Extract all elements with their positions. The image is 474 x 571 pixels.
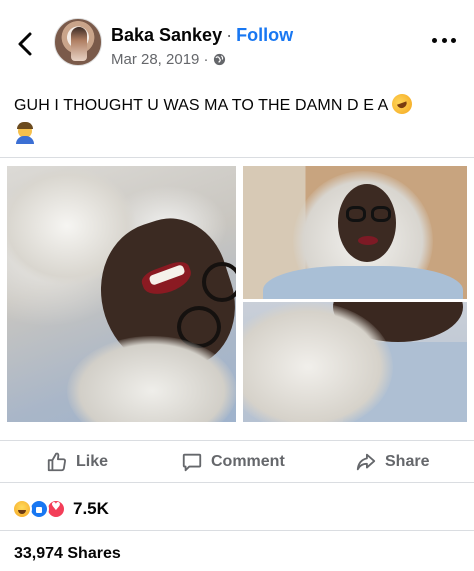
photo-left[interactable] bbox=[7, 166, 236, 422]
haha-reaction-icon bbox=[12, 499, 32, 519]
action-bar: Like Comment Share bbox=[0, 440, 474, 480]
post-header: Baka Sankey · Follow Mar 28, 2019 · bbox=[0, 0, 474, 80]
author-name[interactable]: Baka Sankey bbox=[111, 25, 222, 45]
author-row: Baka Sankey · Follow bbox=[111, 25, 293, 46]
globe-icon bbox=[213, 53, 226, 66]
photo-bottom-right[interactable] bbox=[243, 302, 467, 422]
reaction-icons bbox=[12, 499, 72, 519]
share-label: Share bbox=[385, 453, 430, 470]
photo-grid bbox=[0, 157, 474, 429]
share-button[interactable]: Share bbox=[355, 449, 429, 475]
photo-top-right[interactable] bbox=[243, 166, 467, 299]
share-count: 33,974 Shares bbox=[14, 545, 121, 562]
comment-label: Comment bbox=[211, 453, 285, 470]
like-label: Like bbox=[76, 453, 109, 470]
more-options-icon[interactable] bbox=[432, 34, 456, 46]
reaction-count: 7.5K bbox=[73, 499, 109, 518]
love-reaction-icon bbox=[46, 499, 66, 519]
reactions-summary[interactable]: 7.5K bbox=[0, 482, 474, 530]
separator-dot: · bbox=[226, 25, 233, 45]
facepalm-emoji bbox=[14, 122, 36, 144]
post-text-content: GUH I THOUGHT U WAS MA TO THE DAMN D E A bbox=[14, 97, 389, 114]
post-text: GUH I THOUGHT U WAS MA TO THE DAMN D E A bbox=[14, 91, 464, 117]
rolling-on-floor-laughing-emoji bbox=[389, 91, 416, 117]
thumbs-up-icon bbox=[47, 452, 66, 472]
avatar[interactable] bbox=[54, 18, 102, 66]
like-reaction-icon bbox=[29, 499, 49, 519]
follow-button[interactable]: Follow bbox=[236, 25, 293, 45]
comment-button[interactable]: Comment bbox=[181, 449, 285, 475]
post-meta: Mar 28, 2019 · bbox=[111, 51, 226, 68]
back-chevron-icon[interactable] bbox=[14, 30, 38, 58]
like-button[interactable]: Like bbox=[46, 449, 108, 475]
shares-summary[interactable]: 33,974 Shares bbox=[0, 530, 474, 571]
share-arrow-icon bbox=[356, 453, 376, 471]
post-date[interactable]: Mar 28, 2019 · bbox=[111, 51, 209, 68]
comment-icon bbox=[182, 453, 202, 472]
